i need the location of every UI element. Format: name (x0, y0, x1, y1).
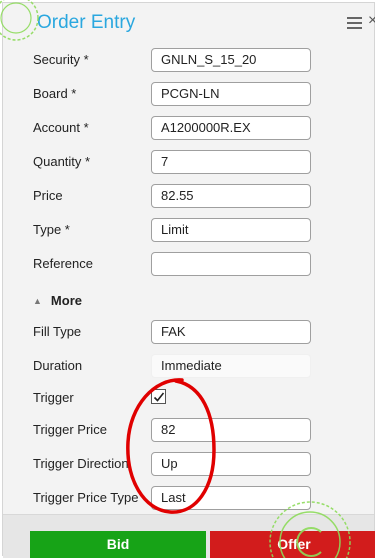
field-row-trigger-price-type: Trigger Price Type Last (3, 481, 374, 515)
panel-title: Order Entry (37, 12, 136, 33)
trigger-price-type-select[interactable]: Last (151, 486, 311, 510)
duration-field: Immediate (151, 354, 311, 378)
type-select[interactable]: Limit (151, 218, 311, 242)
action-footer: Bid Offer (3, 514, 375, 558)
field-row-reference: Reference (3, 247, 374, 281)
quantity-label: Quantity * (33, 154, 91, 169)
field-row-security: Security * GNLN_S_15_20 (3, 43, 374, 77)
field-row-quantity: Quantity * 7 (3, 145, 374, 179)
board-label: Board * (33, 86, 77, 101)
more-toggle[interactable]: ▲ More (33, 293, 82, 308)
trigger-direction-select[interactable]: Up (151, 452, 311, 476)
fill-type-label: Fill Type (33, 324, 82, 339)
field-row-trigger: Trigger (3, 381, 374, 415)
trigger-direction-label: Trigger Direction (33, 456, 129, 471)
price-input[interactable]: 82.55 (151, 184, 311, 208)
field-row-account: Account * A1200000R.EX (3, 111, 374, 145)
offer-button[interactable]: Offer (210, 531, 375, 558)
field-row-price: Price 82.55 (3, 179, 374, 213)
field-row-trigger-direction: Trigger Direction Up (3, 447, 374, 481)
trigger-price-input[interactable]: 82 (151, 418, 311, 442)
price-label: Price (33, 188, 63, 203)
reference-label: Reference (33, 256, 93, 271)
field-row-trigger-price: Trigger Price 82 (3, 413, 374, 447)
field-row-fill-type: Fill Type FAK (3, 315, 374, 349)
type-label: Type * (33, 222, 70, 237)
checkmark-icon (153, 392, 165, 402)
order-entry-panel: Order Entry × Security * GNLN_S_15_20 Bo… (2, 2, 375, 558)
field-row-board: Board * PCGN-LN (3, 77, 374, 111)
quantity-input[interactable]: 7 (151, 150, 311, 174)
hamburger-menu-icon[interactable] (347, 17, 362, 29)
field-row-type: Type * Limit (3, 213, 374, 247)
fill-type-select[interactable]: FAK (151, 320, 311, 344)
board-input[interactable]: PCGN-LN (151, 82, 311, 106)
account-label: Account * (33, 120, 89, 135)
close-icon[interactable]: × (368, 11, 375, 31)
security-label: Security * (33, 52, 89, 67)
bid-button[interactable]: Bid (30, 531, 206, 558)
trigger-label: Trigger (33, 390, 74, 405)
trigger-price-type-label: Trigger Price Type (33, 490, 139, 505)
duration-label: Duration (33, 358, 83, 373)
account-input[interactable]: A1200000R.EX (151, 116, 311, 140)
field-row-duration: Duration Immediate (3, 349, 374, 383)
panel-header: Order Entry × (3, 3, 375, 43)
reference-input[interactable] (151, 252, 311, 276)
trigger-price-label: Trigger Price (33, 422, 107, 437)
more-label: More (50, 293, 82, 308)
caret-up-icon: ▲ (33, 296, 42, 306)
security-input[interactable]: GNLN_S_15_20 (151, 48, 311, 72)
trigger-checkbox[interactable] (151, 389, 166, 404)
